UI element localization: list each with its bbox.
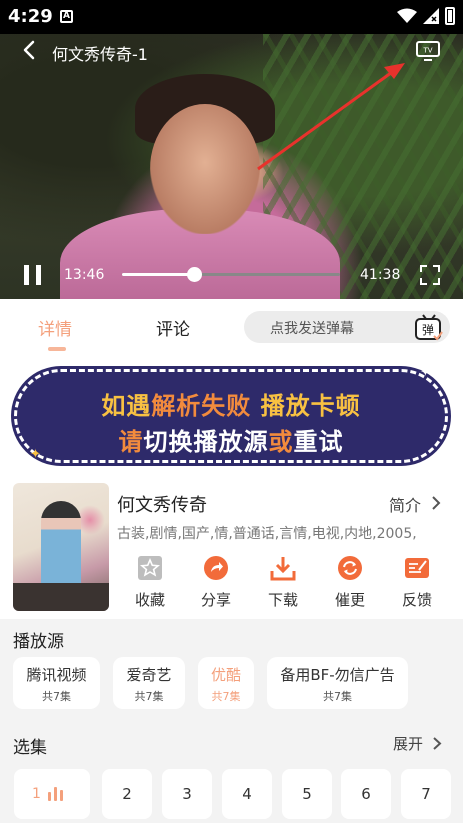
share-button[interactable]: 分享 [190, 555, 242, 610]
battery-icon [445, 7, 455, 25]
episode-item[interactable]: 7 [401, 769, 451, 819]
tv-cast-icon[interactable]: TV [415, 40, 441, 62]
total-time: 41:38 [360, 267, 401, 283]
danmaku-placeholder: 点我发送弹幕 [270, 321, 354, 337]
refresh-icon [338, 556, 362, 580]
tab-detail[interactable]: 详情 [38, 315, 72, 340]
episode-item[interactable]: 5 [282, 769, 332, 819]
pause-button[interactable] [24, 265, 42, 285]
source-section: 播放源 腾讯视频 共7集 爱奇艺 共7集 优酷 共7集 备用BF-勿信广告 共7集 [0, 619, 463, 719]
svg-text:TV: TV [422, 47, 432, 55]
show-info: 何文秀传奇 简介 古装,剧情,国产,情,普通话,言情,电视,内地,2005, 收… [0, 479, 463, 619]
playing-bars-icon [48, 787, 72, 801]
episode-section: 选集 展开 1 2 3 4 5 6 7 [0, 719, 463, 823]
back-icon[interactable] [20, 40, 40, 60]
episode-item[interactable]: 2 [102, 769, 152, 819]
signal-icon [423, 8, 439, 24]
intro-link[interactable]: 简介 [389, 492, 421, 516]
show-poster[interactable] [13, 483, 109, 611]
progress-bar[interactable] [122, 267, 340, 282]
download-icon [270, 557, 296, 581]
detail-tabs: 详情 评论 点我发送弹幕 弹 [0, 299, 463, 359]
expand-episodes-button[interactable]: 展开 [393, 733, 423, 754]
fullscreen-icon[interactable] [420, 265, 440, 285]
chevron-right-icon[interactable] [432, 736, 443, 751]
feedback-button[interactable]: 反馈 [391, 555, 443, 610]
episode-item[interactable]: 6 [341, 769, 391, 819]
tip-banner-section: 如遇解析失败 播放卡顿 请切换播放源或重试 ✦ ✦ [0, 359, 463, 479]
star-icon [138, 556, 162, 580]
tab-comment[interactable]: 评论 [156, 315, 190, 340]
favorite-button[interactable]: 收藏 [124, 555, 176, 610]
sparkle-icon: ✦ [420, 365, 431, 380]
progress-fill [122, 273, 194, 276]
share-icon [204, 556, 228, 580]
source-item-active[interactable]: 优酷 共7集 [198, 657, 254, 709]
status-time: 4:29 [8, 6, 53, 27]
show-title: 何文秀传奇 [117, 495, 207, 516]
feedback-icon [405, 558, 429, 578]
sparkle-icon: ✦ [30, 447, 41, 462]
source-item[interactable]: 备用BF-勿信广告 共7集 [267, 657, 408, 709]
progress-thumb[interactable] [186, 267, 202, 282]
system-icons [397, 7, 455, 25]
episode-section-title: 选集 [13, 738, 47, 758]
banner-line-2: 请切换播放源或重试 [118, 428, 344, 456]
source-section-title: 播放源 [13, 632, 64, 652]
wifi-icon [397, 8, 417, 23]
danmaku-toggle-icon[interactable]: 弹 [414, 313, 444, 341]
svg-text:弹: 弹 [422, 323, 434, 337]
episode-item[interactable]: 3 [162, 769, 212, 819]
danmaku-input[interactable]: 点我发送弹幕 弹 [244, 311, 450, 343]
chevron-right-icon[interactable] [430, 495, 442, 511]
tip-banner: 如遇解析失败 播放卡顿 请切换播放源或重试 [14, 369, 448, 463]
episode-item[interactable]: 4 [222, 769, 272, 819]
source-item[interactable]: 爱奇艺 共7集 [113, 657, 185, 709]
banner-line-1: 如遇解析失败 播放卡顿 [101, 392, 361, 420]
current-time: 13:46 [64, 267, 105, 283]
status-bar: 4:29 A [0, 0, 463, 34]
download-button[interactable]: 下载 [257, 555, 309, 610]
video-player[interactable]: 何文秀传奇-1 TV 13:46 41:38 [0, 34, 463, 299]
urge-update-button[interactable]: 催更 [324, 555, 376, 610]
video-title: 何文秀传奇-1 [52, 45, 148, 64]
tab-active-indicator [48, 347, 66, 351]
show-tags: 古装,剧情,国产,情,普通话,言情,电视,内地,2005, [117, 526, 417, 542]
notification-a-icon: A [60, 10, 73, 23]
source-item[interactable]: 腾讯视频 共7集 [13, 657, 100, 709]
video-frame-face [150, 104, 260, 234]
episode-item-active[interactable]: 1 [14, 769, 90, 819]
